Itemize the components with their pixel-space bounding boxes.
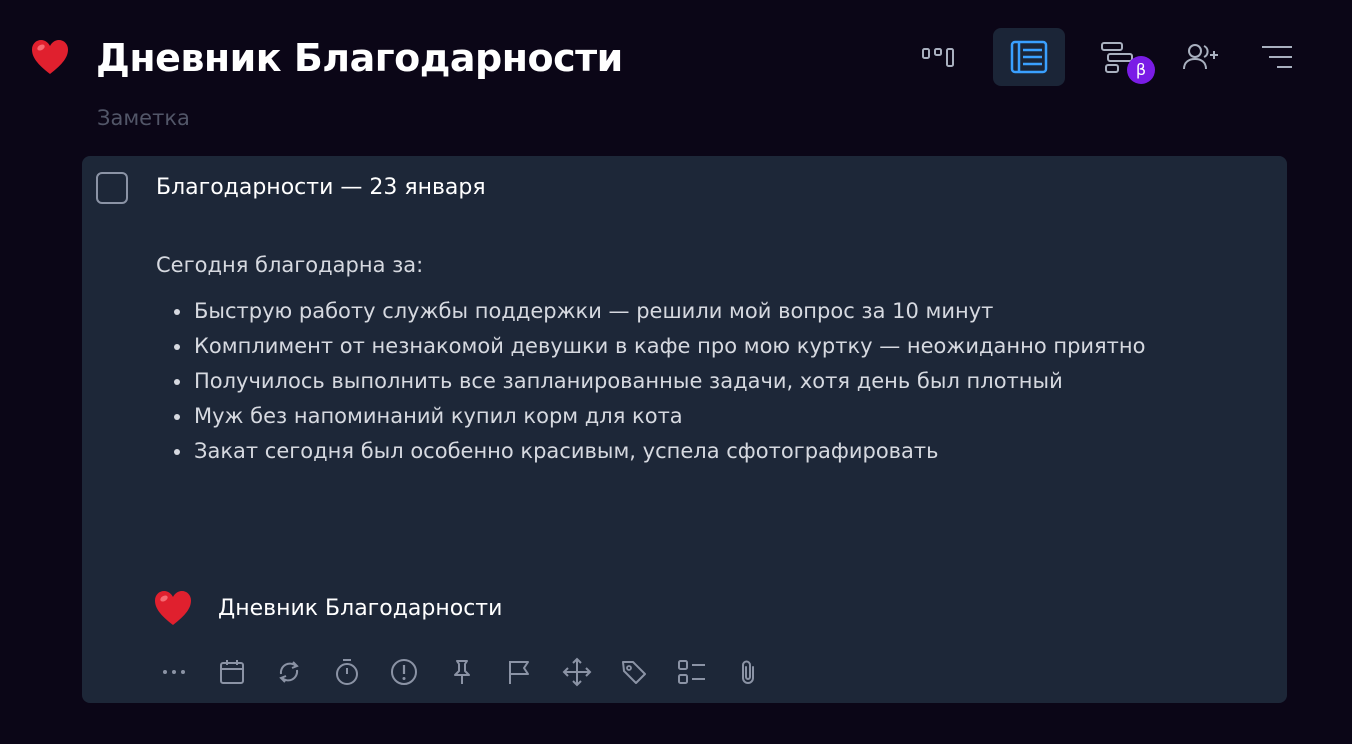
priority-icon: [391, 659, 417, 685]
list-view-icon: [1010, 40, 1048, 74]
board-view-icon: [922, 48, 954, 67]
beta-badge: β: [1127, 56, 1155, 84]
timer-button[interactable]: [325, 650, 369, 694]
page-header: Дневник Благодарности Заметка β: [0, 0, 1352, 150]
note-card[interactable]: Благодарности — 23 января Сегодня благод…: [82, 156, 1287, 703]
move-icon: [562, 657, 591, 687]
flag-button[interactable]: [497, 650, 541, 694]
note-checkbox[interactable]: [96, 172, 128, 204]
pin-button[interactable]: [440, 650, 484, 694]
heart-icon: [155, 591, 191, 625]
flag-icon: [509, 661, 529, 684]
board-view-button[interactable]: [903, 28, 975, 86]
project-tag[interactable]: Дневник Благодарности: [152, 586, 502, 630]
note-title[interactable]: Благодарности — 23 января: [156, 172, 486, 204]
timer-icon: [335, 659, 358, 685]
attachment-button[interactable]: [727, 650, 771, 694]
add-user-icon: [1183, 44, 1218, 70]
more-button[interactable]: [152, 650, 196, 694]
menu-icon: [1262, 46, 1292, 68]
project-label: Дневник Благодарности: [218, 595, 503, 621]
move-button[interactable]: [555, 650, 599, 694]
tag-button[interactable]: [612, 650, 656, 694]
list-item: Закат сегодня был особенно красивым, усп…: [170, 434, 1150, 469]
list-item: Быструю работу службы поддержки — решили…: [170, 294, 1150, 329]
tag-icon: [622, 661, 646, 684]
list-item: Получилось выполнить все запланированные…: [170, 364, 1150, 399]
page-subtitle: Заметка: [97, 106, 190, 130]
list-view-button[interactable]: [993, 28, 1065, 86]
view-toolbar: β: [0, 28, 1352, 86]
list-item: Комплимент от незнакомой девушки в кафе …: [170, 329, 1150, 364]
repeat-button[interactable]: [267, 650, 311, 694]
priority-button[interactable]: [382, 650, 426, 694]
subtasks-button[interactable]: [670, 650, 714, 694]
pin-icon: [453, 660, 470, 684]
subtasks-icon: [677, 660, 705, 684]
menu-button[interactable]: [1241, 28, 1313, 86]
date-button[interactable]: [210, 650, 254, 694]
repeat-icon: [279, 661, 299, 683]
note-actions: [152, 650, 785, 694]
list-item: Муж без напоминаний купил корм для кота: [170, 399, 1150, 434]
note-list: Быструю работу службы поддержки — решили…: [170, 294, 1150, 469]
calendar-icon: [219, 660, 244, 684]
add-user-button[interactable]: [1165, 28, 1237, 86]
note-intro: Сегодня благодарна за:: [156, 253, 424, 277]
attachment-icon: [742, 660, 754, 684]
more-icon: [163, 670, 185, 674]
